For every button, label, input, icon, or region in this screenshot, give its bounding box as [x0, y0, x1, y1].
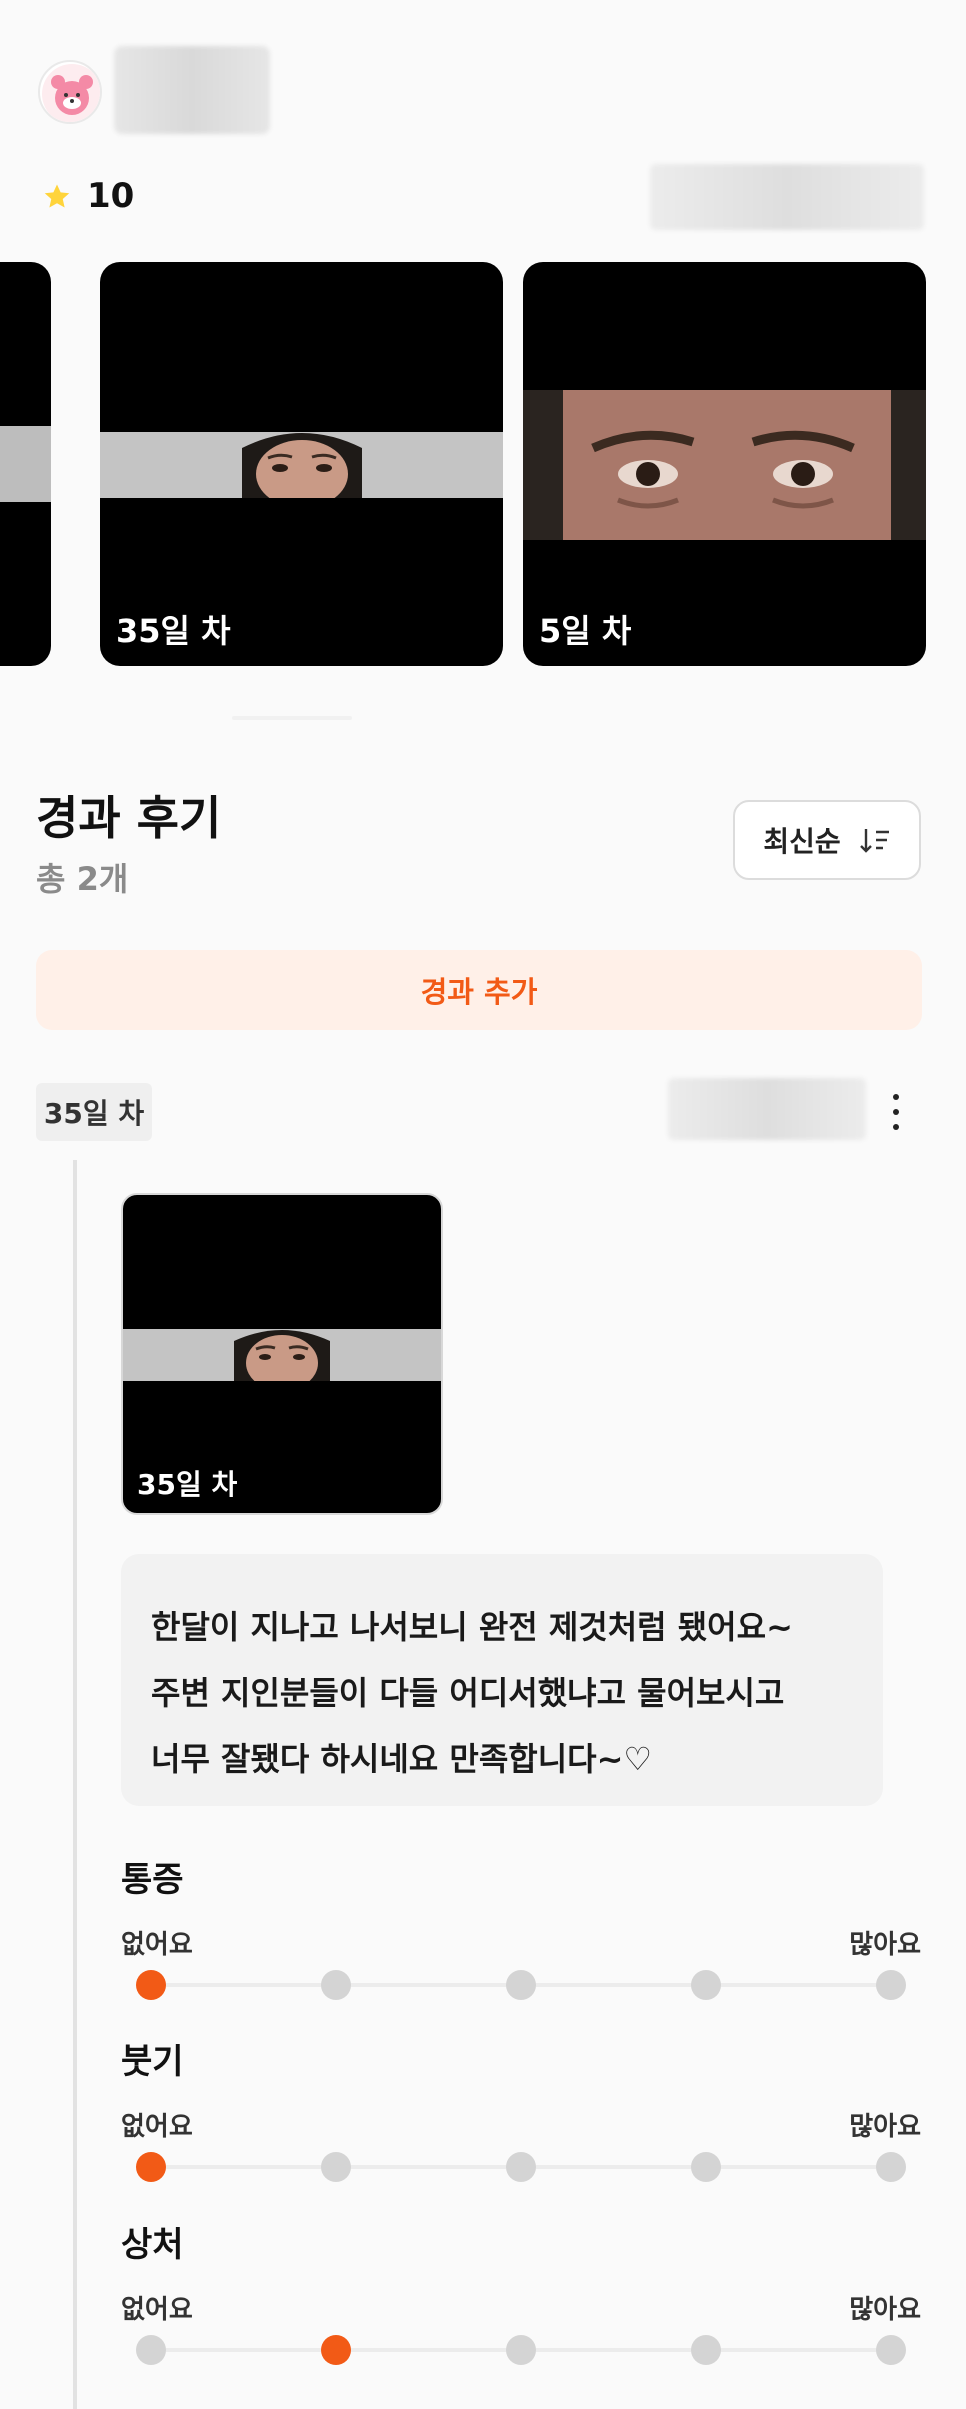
entry-photo[interactable]: 35일 차 [121, 1193, 443, 1515]
metric-max-label: 많아요 [849, 1930, 921, 1960]
photo-day-label: 5일 차 [539, 612, 632, 650]
photo-card[interactable]: 35일 차 [100, 262, 503, 666]
face-image [523, 390, 926, 540]
rating-dot [691, 2152, 721, 2182]
section-title: 경과 후기 [36, 791, 222, 845]
metric-min-label: 없어요 [121, 1930, 193, 1960]
entry-date-blurred [668, 1078, 866, 1140]
photo-band [0, 426, 51, 502]
add-progress-button[interactable]: 경과 추가 [36, 950, 922, 1030]
entry-day-badge: 35일 차 [36, 1083, 152, 1141]
review-text-line: 너무 잘됐다 하시네요 만족합니다~♡ [151, 1740, 653, 1778]
rating-dot [136, 2335, 166, 2365]
entry-photo-label: 35일 차 [137, 1468, 238, 1501]
metric-wound: 상처 없어요 많아요 [121, 2217, 921, 2387]
metric-title: 통증 [121, 1860, 184, 1900]
rating-dot-selected [321, 2335, 351, 2365]
face-image [123, 1329, 441, 1381]
add-progress-label: 경과 추가 [420, 975, 538, 1009]
sort-icon [859, 829, 889, 853]
metric-max-label: 많아요 [849, 2112, 921, 2142]
review-text-line: 한달이 지나고 나서보니 완전 제것처럼 됐어요~ [151, 1608, 793, 1646]
review-text-box: 한달이 지나고 나서보니 완전 제것처럼 됐어요~ 주변 지인분들이 다들 어디… [121, 1554, 883, 1806]
rating-dot [506, 2152, 536, 2182]
metric-min-label: 없어요 [121, 2112, 193, 2142]
metric-title: 상처 [121, 2225, 184, 2265]
review-count: 총 2개 [36, 860, 129, 898]
rating-dot [506, 2335, 536, 2365]
face-image [100, 432, 503, 498]
metric-pain: 통증 없어요 많아요 [121, 1852, 921, 2022]
bear-avatar-icon[interactable] [38, 60, 102, 124]
more-options-icon[interactable] [884, 1086, 908, 1138]
rating-dot [691, 1970, 721, 2000]
meta-blurred [650, 164, 924, 230]
metric-min-label: 없어요 [121, 2295, 193, 2325]
metric-title: 붓기 [121, 2042, 184, 2082]
metric-swelling: 붓기 없어요 많아요 [121, 2034, 921, 2204]
rating-dot [321, 1970, 351, 2000]
photo-carousel[interactable]: 35일 차 5일 차 [0, 262, 966, 668]
sort-label: 최신순 [763, 825, 841, 858]
rating-dot [876, 2335, 906, 2365]
rating-dot [506, 1970, 536, 2000]
username-blurred [114, 46, 270, 134]
rating-dot-selected [136, 2152, 166, 2182]
metric-max-label: 많아요 [849, 2295, 921, 2325]
photo-day-label: 35일 차 [116, 612, 231, 650]
star-icon [44, 184, 70, 208]
photo-card[interactable]: 5일 차 [523, 262, 926, 666]
sort-button[interactable]: 최신순 [733, 800, 921, 880]
photo-card[interactable] [0, 262, 51, 666]
rating-dot [876, 1970, 906, 2000]
carousel-scrollbar [232, 716, 352, 720]
timeline-line [73, 1160, 77, 2409]
review-text-line: 주변 지인분들이 다들 어디서했냐고 물어보시고 [151, 1674, 785, 1712]
rating-dot [876, 2152, 906, 2182]
rating-dot [321, 2152, 351, 2182]
rating-value: 10 [87, 176, 135, 216]
rating-dot [691, 2335, 721, 2365]
rating-dot-selected [136, 1970, 166, 2000]
